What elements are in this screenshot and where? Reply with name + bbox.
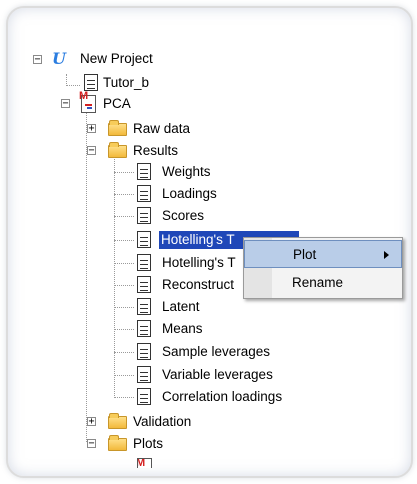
tree-item-correlation-loadings[interactable]: Correlation loadings — [162, 386, 282, 408]
collapse-toggle[interactable]: − — [61, 99, 70, 109]
tree-line — [114, 285, 134, 286]
tree-item-plots[interactable]: Plots — [133, 433, 163, 455]
collapse-toggle[interactable]: − — [87, 439, 96, 449]
tree-item-means[interactable]: Means — [162, 318, 203, 340]
folder-icon — [108, 120, 127, 136]
menu-item-plot-label: Plot — [293, 247, 317, 262]
document-icon — [84, 74, 98, 91]
document-icon — [137, 185, 151, 202]
tree-line — [114, 307, 134, 308]
document-icon — [137, 298, 151, 315]
document-icon — [137, 320, 151, 337]
tree-line — [114, 216, 134, 217]
tree-line — [86, 112, 87, 442]
tree-item-scores[interactable]: Scores — [162, 205, 204, 227]
u-project-icon: U — [52, 49, 66, 68]
tree-item-variable-leverages[interactable]: Variable leverages — [162, 364, 273, 386]
pca-model-icon: M — [137, 458, 152, 468]
tree-line — [114, 172, 134, 173]
tree-line — [114, 263, 134, 264]
document-icon — [137, 343, 151, 360]
tree-line — [114, 397, 134, 398]
document-icon — [137, 163, 151, 180]
tree-item-validation[interactable]: Validation — [133, 411, 191, 433]
expand-toggle[interactable]: + — [87, 124, 96, 134]
tree-line — [114, 329, 134, 330]
tree-item-loadings[interactable]: Loadings — [162, 183, 217, 205]
tree-item-new-project[interactable]: New Project — [80, 48, 153, 70]
folder-icon — [108, 435, 127, 451]
tree-item-hotellings-t-2[interactable]: Hotelling's T — [162, 252, 236, 274]
context-menu: Plot Rename — [243, 237, 403, 299]
collapse-toggle[interactable]: − — [87, 146, 96, 156]
pca-model-icon: M — [79, 90, 96, 113]
document-icon — [137, 388, 151, 405]
expand-toggle[interactable]: + — [87, 417, 96, 427]
tree-item-sample-leverages[interactable]: Sample leverages — [162, 341, 270, 363]
tree-line — [114, 194, 134, 195]
tree-line — [114, 375, 134, 376]
folder-icon — [108, 142, 127, 158]
menu-item-rename-label: Rename — [292, 275, 344, 290]
tree-line — [66, 85, 80, 86]
document-icon — [137, 366, 151, 383]
document-icon — [137, 254, 151, 271]
menu-item-plot[interactable]: Plot — [244, 240, 402, 268]
tree-item-raw-data[interactable]: Raw data — [133, 118, 190, 140]
tree-item-latent[interactable]: Latent — [162, 296, 200, 318]
menu-item-rename[interactable]: Rename — [244, 269, 402, 297]
tree-item-weights[interactable]: Weights — [162, 161, 211, 183]
tree-item-pca[interactable]: PCA — [103, 93, 131, 115]
tree-line — [114, 156, 115, 396]
submenu-arrow-icon — [384, 251, 389, 259]
document-icon — [137, 276, 151, 293]
document-icon — [137, 231, 151, 248]
collapse-toggle[interactable]: − — [33, 55, 42, 65]
tree-item-tutor-b[interactable]: Tutor_b — [103, 72, 149, 94]
folder-icon — [108, 413, 127, 429]
tree-line — [114, 352, 134, 353]
document-icon — [137, 207, 151, 224]
tree-item-results[interactable]: Results — [133, 140, 178, 162]
tree-item-reconstruct[interactable]: Reconstruct — [162, 274, 234, 296]
tree-line — [114, 240, 134, 241]
